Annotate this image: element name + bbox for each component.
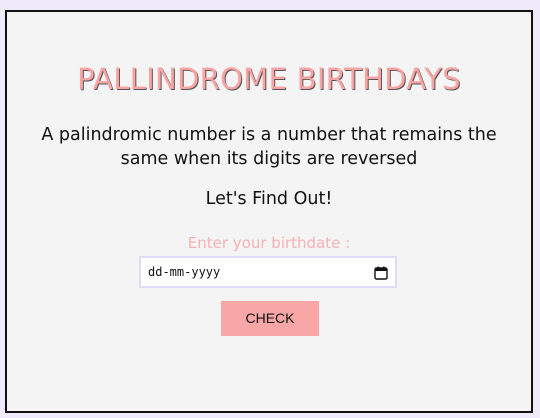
birthdate-placeholder: dd-mm-yyyy — [148, 265, 221, 279]
description-line-2: same when its digits are reversed — [120, 149, 418, 169]
birthdate-input[interactable]: dd-mm-yyyy — [139, 256, 397, 288]
description-text: A palindromic number is a number that re… — [7, 123, 531, 171]
cta-heading: Let's Find Out! — [205, 189, 333, 209]
calendar-icon[interactable] — [374, 265, 388, 280]
birthdate-label: Enter your birthdate : — [187, 234, 351, 252]
description-line-1: A palindromic number is a number that re… — [41, 125, 497, 145]
page-title: PALLINDROME BIRTHDAYS — [77, 62, 461, 96]
main-card: PALLINDROME BIRTHDAYS A palindromic numb… — [5, 10, 533, 413]
check-button[interactable]: CHECK — [221, 301, 319, 336]
